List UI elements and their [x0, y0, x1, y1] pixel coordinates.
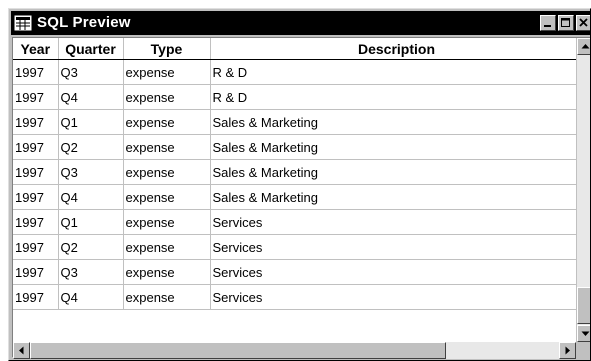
- cell-description[interactable]: Sales & Marketing: [210, 159, 584, 185]
- column-header-quarter[interactable]: Quarter: [58, 38, 124, 60]
- close-button[interactable]: [576, 15, 590, 31]
- cell-description[interactable]: R & D: [210, 59, 584, 85]
- cell-year[interactable]: 1997: [13, 159, 59, 185]
- table-row[interactable]: 1997 Q1 expense Sales & Marketing: [13, 109, 584, 135]
- scroll-down-button[interactable]: [577, 325, 590, 342]
- cell-type[interactable]: expense: [123, 109, 211, 135]
- cell-quarter[interactable]: Q1: [58, 209, 124, 235]
- title-bar[interactable]: SQL Preview: [11, 11, 590, 35]
- arrow-right-icon: [565, 346, 570, 355]
- window-title: SQL Preview: [37, 14, 131, 31]
- cell-description[interactable]: R & D: [210, 84, 584, 110]
- cell-year[interactable]: 1997: [13, 134, 59, 160]
- cell-year[interactable]: 1997: [13, 59, 59, 85]
- cell-type[interactable]: expense: [123, 209, 211, 235]
- header-row: Year Quarter Type Description: [13, 38, 584, 60]
- cell-year[interactable]: 1997: [13, 84, 59, 110]
- scroll-right-button[interactable]: [559, 342, 576, 359]
- cell-type[interactable]: expense: [123, 84, 211, 110]
- cell-year[interactable]: 1997: [13, 209, 59, 235]
- cell-quarter[interactable]: Q4: [58, 284, 124, 310]
- cell-year[interactable]: 1997: [13, 259, 59, 285]
- minimize-button[interactable]: [540, 15, 556, 31]
- column-header-year[interactable]: Year: [13, 38, 59, 60]
- cell-quarter[interactable]: Q3: [58, 59, 124, 85]
- cell-description[interactable]: Services: [210, 234, 584, 260]
- cell-type[interactable]: expense: [123, 259, 211, 285]
- table-grid-icon: [14, 15, 32, 31]
- table-row[interactable]: 1997 Q4 expense Sales & Marketing: [13, 184, 584, 210]
- scroll-left-button[interactable]: [13, 342, 30, 359]
- sql-preview-window: SQL Preview Year Quarter Type Descriptio…: [8, 8, 591, 361]
- column-header-type[interactable]: Type: [123, 38, 211, 60]
- vertical-scroll-thumb[interactable]: [577, 287, 590, 324]
- table-row[interactable]: 1997 Q4 expense Services: [13, 284, 584, 310]
- table-row[interactable]: 1997 Q2 expense Sales & Marketing: [13, 134, 584, 160]
- maximize-button[interactable]: [558, 15, 574, 31]
- cell-quarter[interactable]: Q3: [58, 259, 124, 285]
- cell-quarter[interactable]: Q2: [58, 234, 124, 260]
- scrollbar-corner: [576, 342, 590, 359]
- cell-year[interactable]: 1997: [13, 184, 59, 210]
- cell-year[interactable]: 1997: [13, 109, 59, 135]
- cell-quarter[interactable]: Q2: [58, 134, 124, 160]
- table-row[interactable]: 1997 Q4 expense R & D: [13, 84, 584, 110]
- cell-description[interactable]: Services: [210, 259, 584, 285]
- minimize-icon: [544, 25, 551, 27]
- table-row[interactable]: 1997 Q1 expense Services: [13, 209, 584, 235]
- close-icon: [579, 18, 588, 27]
- cell-type[interactable]: expense: [123, 184, 211, 210]
- cell-type[interactable]: expense: [123, 234, 211, 260]
- table-row[interactable]: 1997 Q3 expense Sales & Marketing: [13, 159, 584, 185]
- arrow-down-icon: [581, 331, 590, 336]
- results-grid-area: Year Quarter Type Description 1997 Q3 ex…: [12, 37, 590, 359]
- arrow-left-icon: [19, 346, 24, 355]
- cell-description[interactable]: Services: [210, 209, 584, 235]
- table-row[interactable]: 1997 Q3 expense R & D: [13, 59, 584, 85]
- cell-type[interactable]: expense: [123, 284, 211, 310]
- cell-description[interactable]: Sales & Marketing: [210, 184, 584, 210]
- cell-quarter[interactable]: Q4: [58, 84, 124, 110]
- maximize-icon: [561, 18, 570, 27]
- cell-description[interactable]: Sales & Marketing: [210, 109, 584, 135]
- results-table: Year Quarter Type Description 1997 Q3 ex…: [13, 38, 584, 310]
- table-row[interactable]: 1997 Q2 expense Services: [13, 234, 584, 260]
- cell-quarter[interactable]: Q1: [58, 109, 124, 135]
- arrow-up-icon: [581, 44, 590, 49]
- cell-description[interactable]: Services: [210, 284, 584, 310]
- cell-type[interactable]: expense: [123, 59, 211, 85]
- horizontal-scroll-thumb[interactable]: [30, 342, 446, 359]
- cell-quarter[interactable]: Q4: [58, 184, 124, 210]
- horizontal-scrollbar[interactable]: [13, 342, 576, 359]
- cell-year[interactable]: 1997: [13, 284, 59, 310]
- cell-quarter[interactable]: Q3: [58, 159, 124, 185]
- vertical-scrollbar[interactable]: [576, 38, 590, 342]
- cell-type[interactable]: expense: [123, 134, 211, 160]
- cell-year[interactable]: 1997: [13, 234, 59, 260]
- column-header-description[interactable]: Description: [210, 38, 584, 60]
- cell-type[interactable]: expense: [123, 159, 211, 185]
- table-row[interactable]: 1997 Q3 expense Services: [13, 259, 584, 285]
- scroll-up-button[interactable]: [577, 38, 590, 55]
- cell-description[interactable]: Sales & Marketing: [210, 134, 584, 160]
